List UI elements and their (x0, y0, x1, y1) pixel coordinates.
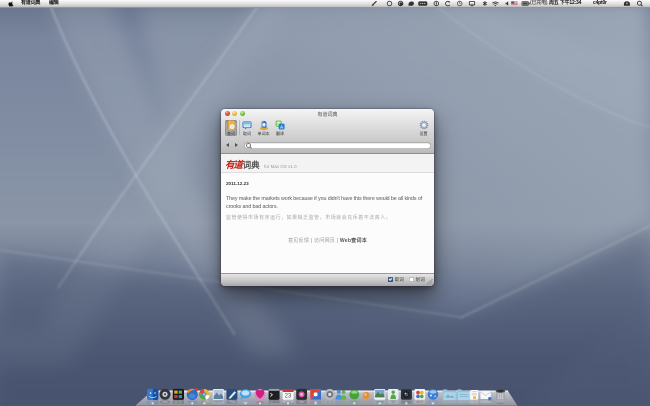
svg-text:A: A (280, 124, 283, 129)
svg-text:23: 23 (285, 394, 292, 400)
